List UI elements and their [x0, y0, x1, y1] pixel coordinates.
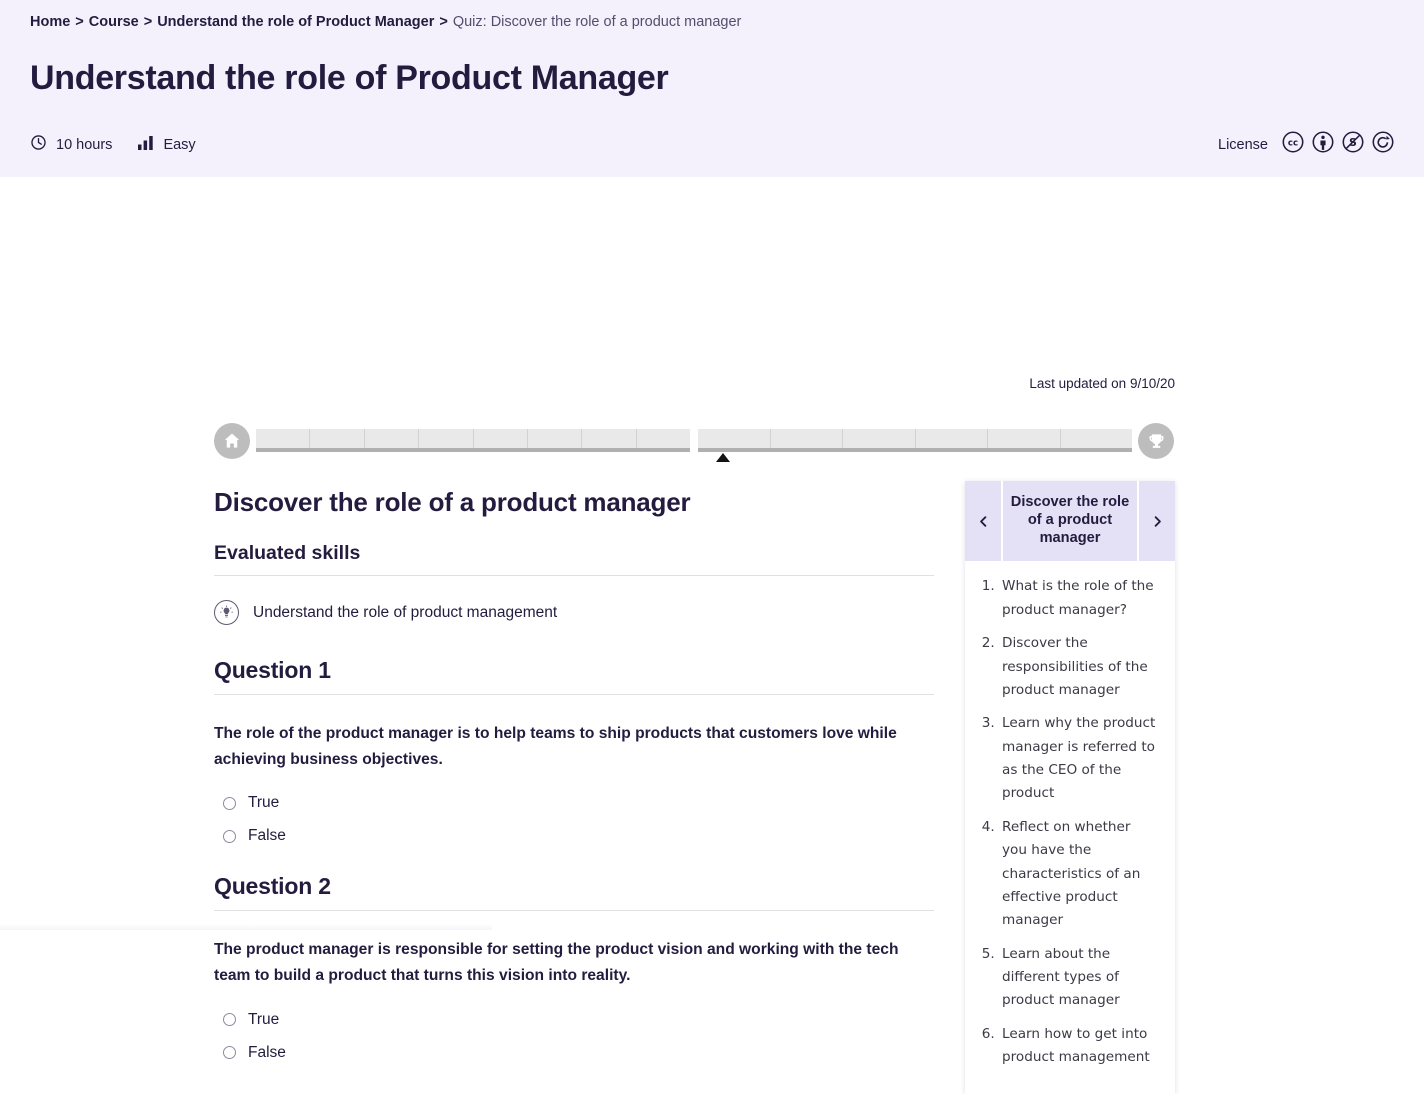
list-item[interactable]: Reflect on whether you have the characte… — [999, 816, 1157, 933]
svg-text:cc: cc — [1288, 139, 1298, 149]
progress-segment[interactable] — [915, 429, 988, 448]
course-duration: 10 hours — [30, 134, 112, 155]
cc-icon[interactable]: cc — [1282, 131, 1304, 158]
last-updated-label: Last updated on 9/10/20 — [1029, 376, 1175, 391]
progress-segment[interactable] — [310, 429, 365, 448]
progress-segment[interactable] — [419, 429, 474, 448]
question-block-1: Question 1 The role of the product manag… — [214, 657, 934, 845]
home-icon[interactable] — [214, 423, 250, 459]
option-label: True — [248, 1010, 280, 1028]
page-header: Home > Course > Understand the role of P… — [0, 0, 1424, 177]
radio-button[interactable] — [223, 796, 236, 810]
divider — [214, 910, 934, 912]
license-label: License — [1218, 136, 1268, 153]
question-2-option-false[interactable]: False — [214, 1044, 934, 1062]
page-title: Understand the role of Product Manager — [30, 59, 669, 98]
list-item[interactable]: Learn how to get into product management — [999, 1023, 1157, 1070]
question-1-title: Question 1 — [214, 657, 331, 683]
cc-by-icon[interactable] — [1312, 131, 1334, 158]
difficulty-bars-icon — [138, 135, 154, 154]
breadcrumb-separator: > — [143, 14, 153, 30]
breadcrumb-item-current: Quiz: Discover the role of a product man… — [452, 14, 742, 30]
course-progress-bar[interactable] — [214, 423, 1174, 462]
cc-nc-icon[interactable]: S — [1342, 131, 1364, 158]
chevron-left-icon[interactable] — [965, 481, 1003, 562]
progress-segment[interactable] — [256, 429, 311, 448]
progress-group-1 — [256, 429, 690, 452]
progress-segment[interactable] — [364, 429, 420, 448]
progress-group-2 — [698, 429, 1132, 452]
evaluated-skills-heading: Evaluated skills — [214, 542, 361, 564]
license-icon-group: cc S — [1282, 131, 1394, 158]
course-difficulty: Easy — [138, 135, 196, 154]
radio-button[interactable] — [223, 1013, 236, 1027]
progress-segment[interactable] — [527, 429, 583, 448]
breadcrumb-separator: > — [75, 14, 84, 30]
question-2-prompt: The product manager is responsible for s… — [214, 941, 899, 985]
lesson-objectives-list: What is the role of the product manager?… — [965, 561, 1175, 1093]
evaluated-skill-label: Understand the role of product managemen… — [253, 603, 558, 621]
breadcrumb-item-course[interactable]: Course — [89, 14, 139, 31]
divider — [214, 575, 934, 576]
lesson-objectives-header: Discover the role of a product manager — [965, 481, 1175, 562]
quiz-main-column: Discover the role of a product manager E… — [214, 487, 934, 1077]
page-bottom-edge — [0, 924, 492, 930]
clock-icon — [30, 134, 47, 155]
breadcrumb-item-home[interactable]: Home — [30, 14, 70, 31]
progress-segment[interactable] — [988, 429, 1061, 448]
course-difficulty-label: Easy — [163, 136, 196, 153]
cc-sa-icon[interactable] — [1372, 131, 1394, 158]
question-2-option-true[interactable]: True — [214, 1011, 934, 1029]
progress-segment[interactable] — [473, 429, 528, 448]
evaluated-skill-item: Understand the role of product managemen… — [214, 600, 934, 625]
breadcrumb-item-understand-role[interactable]: Understand the role of Product Manager — [157, 14, 434, 31]
progress-segment[interactable] — [698, 429, 771, 448]
trophy-icon[interactable] — [1138, 423, 1174, 459]
progress-segment[interactable] — [636, 429, 690, 448]
breadcrumb-separator: > — [439, 14, 448, 30]
option-label: False — [248, 1043, 286, 1061]
question-2-title: Question 2 — [214, 873, 331, 900]
quiz-section-title: Discover the role of a product manager — [214, 487, 691, 517]
list-item[interactable]: Discover the responsibilities of the pro… — [999, 632, 1157, 702]
list-item[interactable]: Learn why the product manager is referre… — [999, 712, 1157, 806]
lightbulb-icon — [214, 600, 239, 625]
list-item[interactable]: What is the role of the product manager? — [999, 575, 1157, 622]
question-1-prompt: The role of the product manager is to he… — [214, 725, 897, 768]
option-label: False — [248, 827, 286, 845]
progress-track — [256, 429, 1132, 452]
question-1-option-true[interactable]: True — [214, 794, 934, 812]
progress-segment[interactable] — [843, 429, 916, 448]
option-label: True — [248, 794, 280, 812]
progress-segment[interactable] — [770, 429, 843, 448]
question-block-2: Question 2 The product manager is respon… — [214, 873, 934, 1061]
radio-button[interactable] — [223, 829, 236, 843]
question-1-option-false[interactable]: False — [214, 827, 934, 845]
progress-segment[interactable] — [582, 429, 637, 448]
progress-segment[interactable] — [1060, 429, 1132, 448]
lesson-objectives-title: Discover the role of a product manager — [1010, 494, 1130, 546]
content-area: Last updated on 9/10/20 Discover the rol… — [0, 177, 1424, 1094]
lesson-objectives-panel: Discover the role of a product manager W… — [965, 481, 1175, 1094]
breadcrumb: Home > Course > Understand the role of P… — [0, 14, 1424, 31]
radio-button[interactable] — [223, 1046, 236, 1060]
course-duration-label: 10 hours — [56, 136, 113, 153]
chevron-right-icon[interactable] — [1137, 481, 1175, 562]
divider — [214, 694, 934, 695]
course-meta-row: 10 hours Easy License cc — [0, 131, 1424, 158]
list-item[interactable]: Learn about the different types of produ… — [999, 943, 1157, 1013]
progress-current-marker — [716, 453, 730, 462]
